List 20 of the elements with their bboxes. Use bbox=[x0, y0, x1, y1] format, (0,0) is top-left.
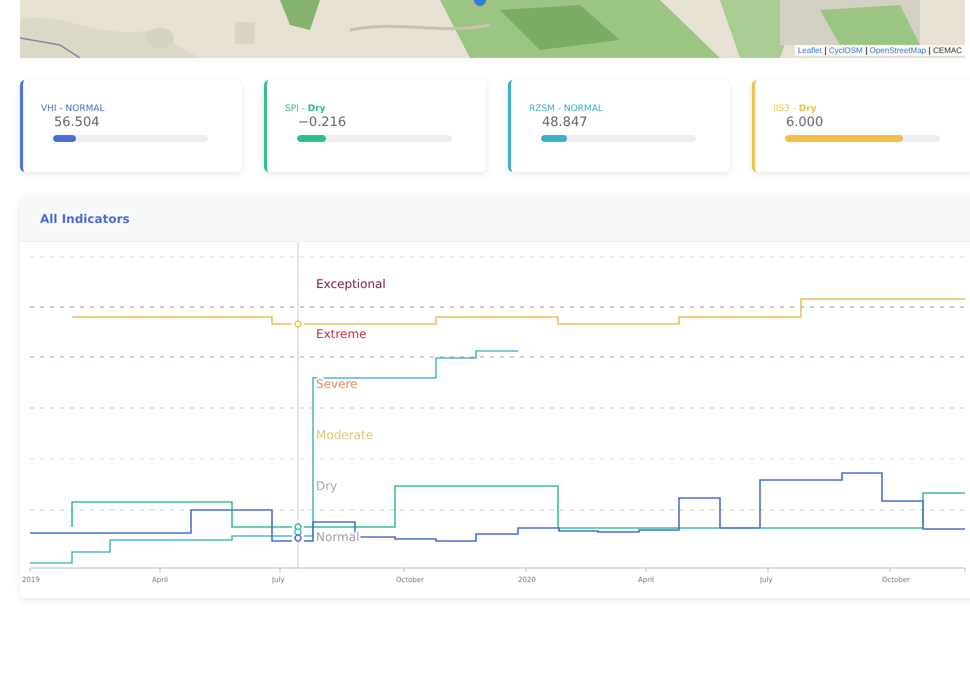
band-label: Dry bbox=[316, 479, 338, 493]
attribution-link[interactable]: CyclOSM bbox=[828, 45, 863, 56]
indicator-value: 56.504 bbox=[54, 115, 100, 131]
attribution-link[interactable]: Leaflet bbox=[798, 45, 822, 56]
attribution-link[interactable]: OpenStreetMap bbox=[870, 45, 926, 56]
panel-title: All Indicators bbox=[40, 212, 130, 226]
hover-marker bbox=[294, 320, 302, 328]
attribution-text: CEMAC bbox=[933, 45, 962, 56]
band-label: Extreme bbox=[316, 327, 367, 341]
indicator-value: −0.216 bbox=[298, 115, 346, 131]
band-label: Normal bbox=[316, 530, 360, 544]
indicator-label: VHI - NORMAL bbox=[41, 103, 105, 115]
indicator-label: IIS3 - Dry bbox=[773, 103, 816, 115]
indicator-label: SPI - Dry bbox=[285, 103, 326, 115]
indicator-label: RZSM - NORMAL bbox=[529, 103, 603, 115]
indicator-value: 48.847 bbox=[542, 115, 588, 131]
band-label: Moderate bbox=[316, 428, 374, 442]
band-label: Severe bbox=[316, 377, 358, 391]
band-label: Exceptional bbox=[316, 277, 386, 291]
indicator-value: 6.000 bbox=[786, 115, 824, 131]
